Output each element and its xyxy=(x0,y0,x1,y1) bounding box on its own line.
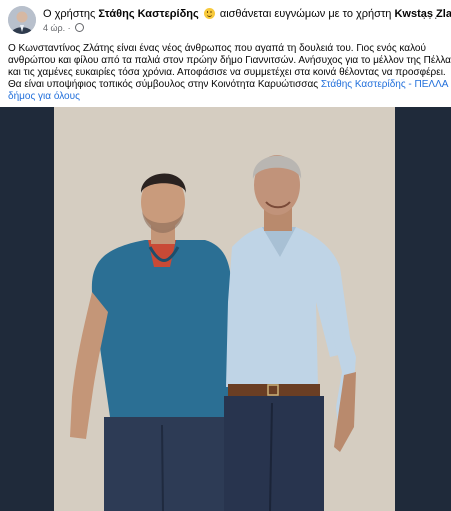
page-link-continued[interactable]: δήμος για όλους xyxy=(8,91,80,102)
photo-image xyxy=(0,107,451,511)
post-text: Ο Κωνσταντίνος Ζλάτης είναι ένας νέος άν… xyxy=(8,43,451,103)
page-link[interactable]: Στάθης Καστερίδης - ΠΕΛΛΑ xyxy=(321,79,449,90)
post-text-line-4: Θα είναι υποψήφιος τοπικός σύμβουλος στη… xyxy=(8,79,448,91)
more-options-icon[interactable]: ··· xyxy=(422,9,439,25)
post-text-line: και τις χαμένες ευκαιρίες τόσα χρόνια. Α… xyxy=(8,67,446,78)
post-header: Ο χρήστης Στάθης Καστερίδης αισθάνεται ε… xyxy=(8,5,451,35)
post-text-line: ανθρώπου και φίλου από τα παλιά στον πρώ… xyxy=(8,55,451,66)
facebook-post: Ο χρήστης Στάθης Καστερίδης αισθάνεται ε… xyxy=(0,0,451,511)
post-meta: 4 ώρ. · xyxy=(43,23,85,33)
author-prefix: Ο χρήστης xyxy=(43,8,96,20)
post-photo[interactable] xyxy=(0,107,451,511)
globe-icon[interactable] xyxy=(75,23,85,32)
post-timestamp[interactable]: 4 ώρ. xyxy=(43,23,65,33)
post-text-line: Θα είναι υποψήφιος τοπικός σύμβουλος στη… xyxy=(8,79,319,90)
post-text-line: Ο Κωνσταντίνος Ζλάτης είναι ένας νέος άν… xyxy=(8,43,426,54)
feeling-text: αισθάνεται ευγνώμων με το χρήστη xyxy=(219,8,392,20)
post-text-line-5: δήμος για όλους xyxy=(8,91,444,103)
author-avatar[interactable] xyxy=(8,6,36,34)
grateful-emoji-icon xyxy=(203,8,215,19)
post-byline: Ο χρήστης Στάθης Καστερίδης αισθάνεται ε… xyxy=(43,8,451,21)
author-name-link[interactable]: Στάθης Καστερίδης xyxy=(98,8,198,20)
